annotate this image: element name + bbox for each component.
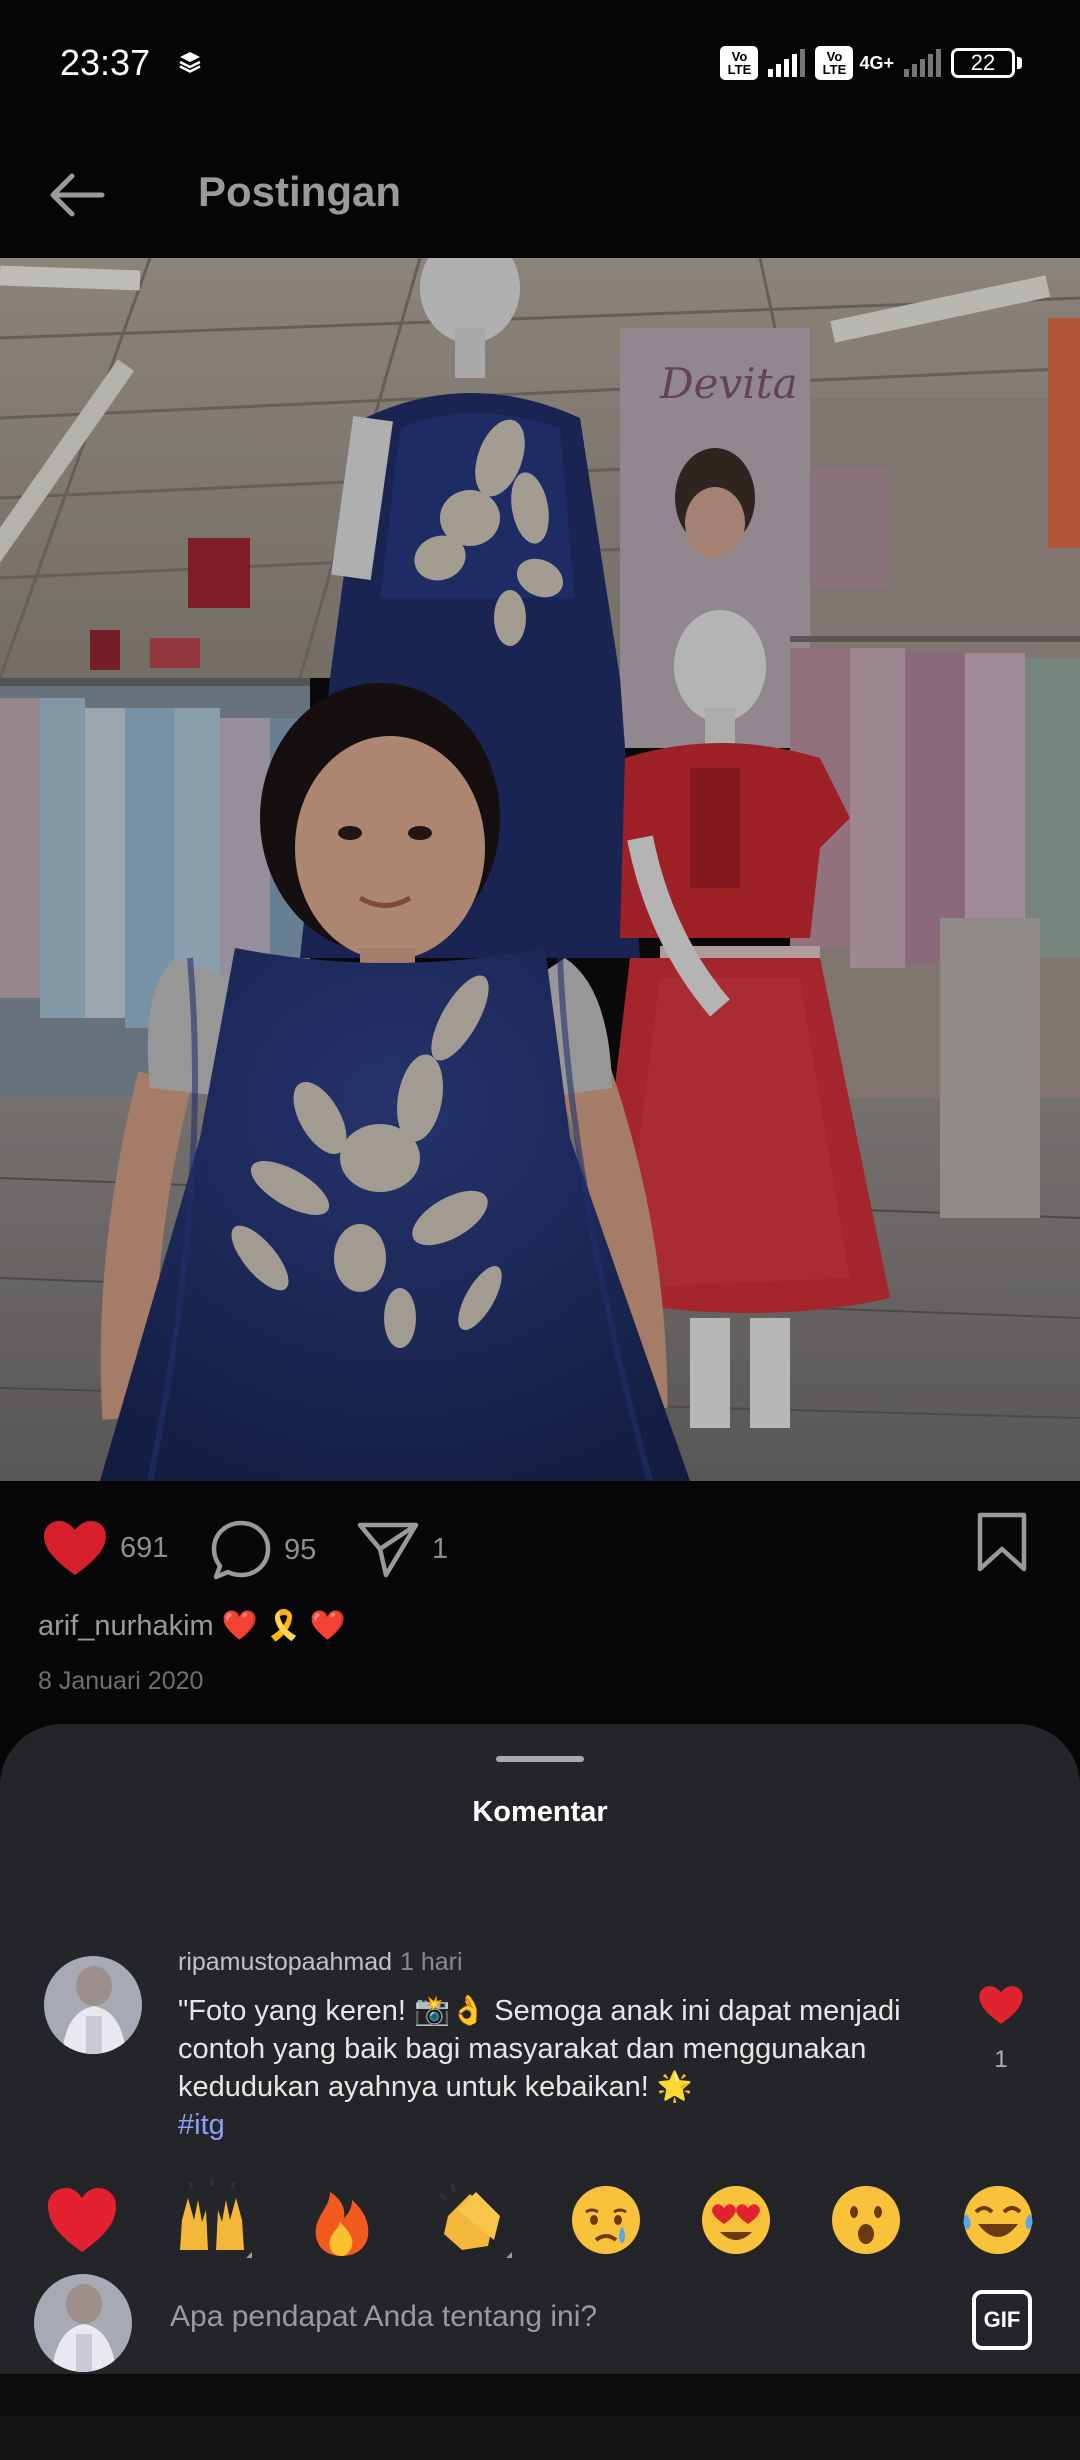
comment-time: 1 hari [400, 1948, 463, 1976]
send-icon[interactable] [356, 1519, 420, 1579]
comment-action[interactable]: 95 [210, 1519, 316, 1581]
heart-icon[interactable] [42, 1519, 108, 1577]
author-emoji-1: ❤️ [221, 1610, 258, 1642]
author-emoji-2: 🎗️ [265, 1610, 302, 1642]
author-emoji-3: ❤️ [309, 1610, 347, 1642]
photo-illustration: Devita [0, 258, 1080, 1481]
avatar-image [44, 1956, 142, 2054]
layers-icon [179, 52, 201, 73]
sheet-title: Komentar [472, 1796, 608, 1828]
signal-icon-2 [904, 49, 941, 77]
comment-input[interactable]: Apa pendapat Anda tentang ini? [170, 2300, 597, 2334]
drag-handle[interactable] [496, 1756, 584, 1762]
comment-count: 95 [284, 1533, 317, 1566]
battery-level: 22 [951, 48, 1015, 78]
battery-icon: 22 [951, 48, 1022, 78]
emoji-reaction-row [0, 2166, 1080, 2276]
emoji-heart-icon[interactable] [42, 2180, 122, 2260]
emoji-surprised-icon[interactable] [826, 2180, 906, 2260]
comment-heart-icon[interactable] [978, 1984, 1024, 2026]
my-avatar-image [34, 2274, 132, 2372]
post-photo[interactable]: Devita [0, 258, 1080, 1481]
comment-icon[interactable] [210, 1519, 272, 1581]
author-name[interactable]: arif_nurhakim [38, 1610, 214, 1643]
comment-hashtag[interactable]: #itg [178, 2109, 225, 2141]
comment-body: "Foto yang keren! 📸👌 Semoga anak ini dap… [178, 1995, 901, 2103]
status-bar: 23:37 Vo LTE Vo LTE 4G+ 22 [0, 0, 1080, 130]
my-avatar [34, 2274, 132, 2372]
comment-like-count: 1 [994, 2046, 1008, 2073]
volte-badge-1: Vo LTE [720, 46, 759, 80]
like-action[interactable]: 691 [42, 1519, 168, 1577]
post-author[interactable]: arif_nurhakim ❤️ 🎗️ ❤️ [38, 1609, 346, 1643]
comment-text: "Foto yang keren! 📸👌 Semoga anak ini dap… [178, 1992, 938, 2144]
emoji-fire-icon[interactable] [302, 2180, 382, 2260]
app-header: Postingan [0, 130, 1080, 258]
comment-item: ripamustopaahmad 1 hari "Foto yang keren!… [0, 1936, 1080, 2144]
emoji-heart-eyes-icon[interactable] [696, 2180, 776, 2260]
system-nav-bar [0, 2416, 1080, 2460]
comment-sheet: Komentar ripamustopaahmad 1 hari "Foto ya… [0, 1724, 1080, 2374]
share-action[interactable]: 1 [356, 1519, 448, 1579]
post-date: 8 Januari 2020 [38, 1667, 204, 1695]
emoji-raising-hands-icon[interactable] [172, 2180, 252, 2260]
comment-username[interactable]: ripamustopaahmad [178, 1948, 392, 1976]
arrow-left-icon[interactable] [42, 160, 112, 230]
gif-button[interactable]: GIF [972, 2290, 1032, 2350]
avatar[interactable] [44, 1956, 142, 2054]
status-time: 23:37 [60, 42, 151, 83]
signal-icon [768, 49, 806, 77]
comment-input-row: Apa pendapat Anda tentang ini? GIF [0, 2274, 1080, 2374]
like-count: 691 [120, 1531, 169, 1564]
network-type: 4G+ [859, 52, 894, 73]
status-icons: Vo LTE Vo LTE 4G+ 22 [720, 46, 1022, 80]
emoji-crying-icon[interactable] [566, 2180, 646, 2260]
share-count: 1 [432, 1532, 449, 1565]
bookmark-icon[interactable] [976, 1511, 1028, 1573]
page-title: Postingan [198, 168, 402, 215]
emoji-clapping-icon[interactable] [432, 2180, 512, 2260]
volte-badge-2: Vo LTE [815, 46, 854, 80]
comment-header: ripamustopaahmad 1 hari [178, 1948, 463, 1977]
emoji-laughing-icon[interactable] [958, 2180, 1038, 2260]
